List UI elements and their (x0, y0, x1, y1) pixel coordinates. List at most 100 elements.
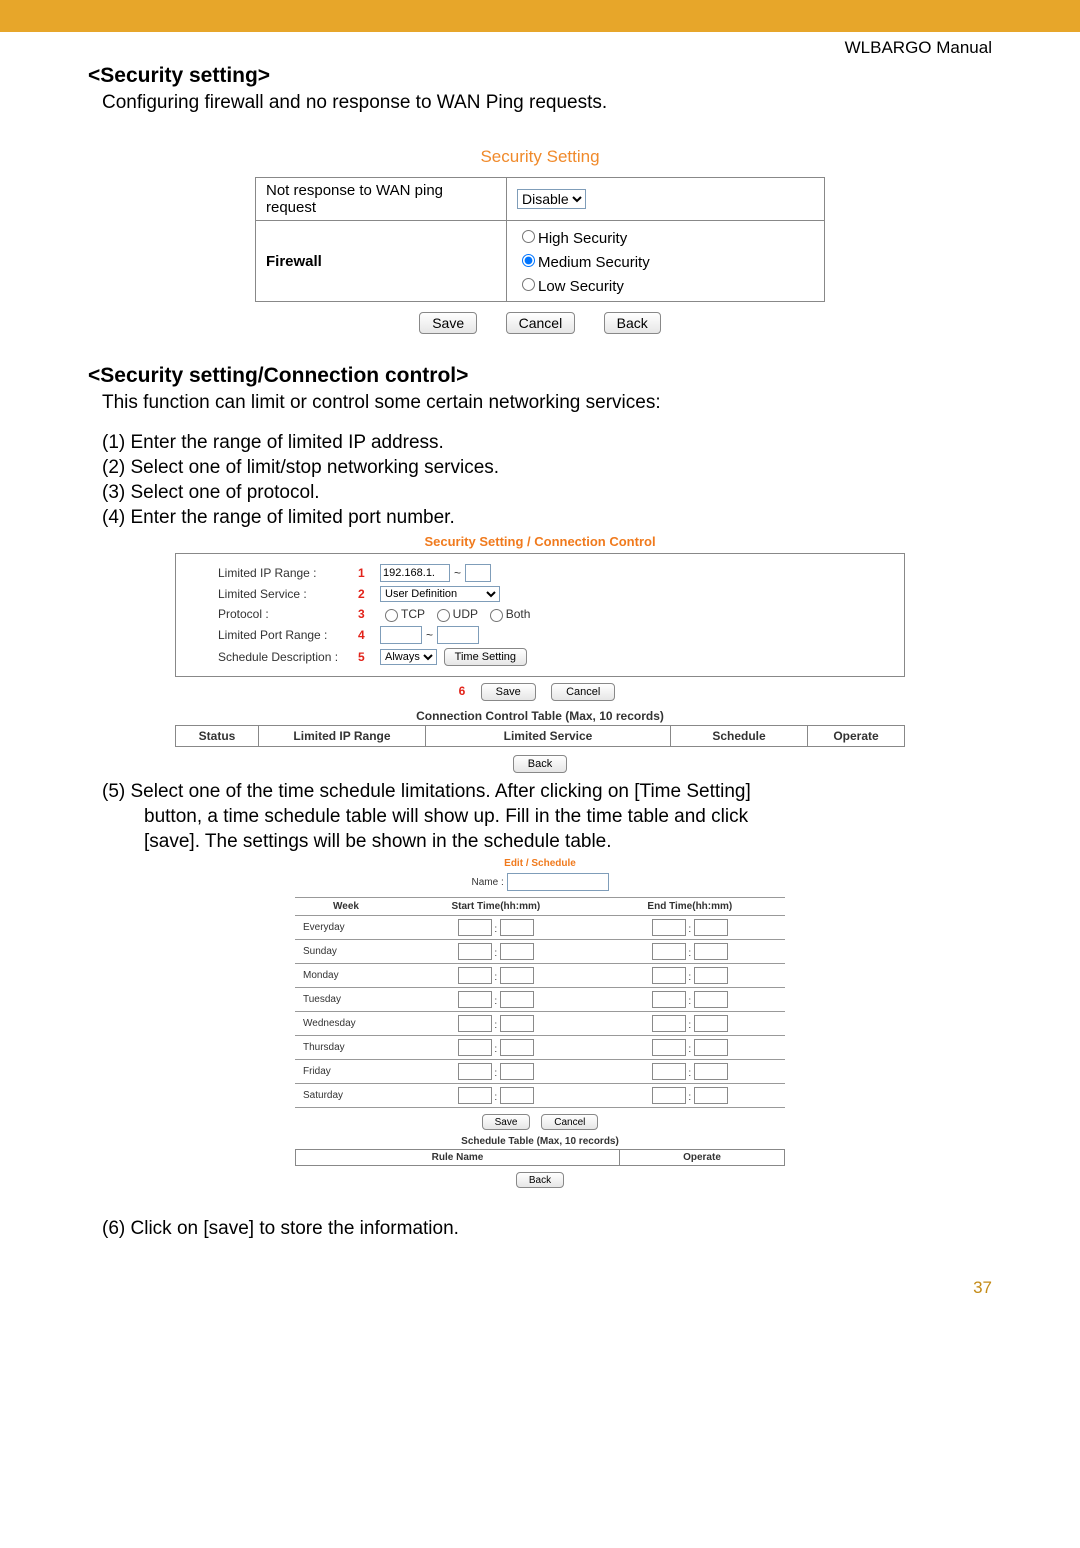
marker-6: 6 (459, 684, 466, 698)
everyday-end-mm[interactable] (694, 919, 728, 936)
firewall-medium-radio[interactable] (522, 254, 535, 267)
schedule-select[interactable]: Always (380, 649, 437, 665)
firewall-low-radio[interactable] (522, 278, 535, 291)
everyday-start-mm[interactable] (500, 919, 534, 936)
wednesday-end-mm[interactable] (694, 1015, 728, 1032)
security-cancel-button[interactable]: Cancel (506, 312, 576, 334)
friday-end-mm[interactable] (694, 1063, 728, 1080)
marker-4: 4 (358, 628, 380, 642)
thursday-end-hh[interactable] (652, 1039, 686, 1056)
sunday-end-mm[interactable] (694, 943, 728, 960)
conn-back-button[interactable]: Back (513, 755, 567, 773)
step-5-line-2: button, a time schedule table will show … (144, 804, 992, 829)
section2-intro: This function can limit or control some … (102, 390, 992, 415)
time-setting-button[interactable]: Time Setting (444, 648, 527, 666)
fig-schedule: Edit / Schedule Name : Week Start Time(h… (295, 858, 785, 1188)
day-monday: Monday (295, 964, 397, 988)
schedule-back-button[interactable]: Back (516, 1172, 564, 1188)
tuesday-end-mm[interactable] (694, 991, 728, 1008)
schedule-name-label: Name : (471, 877, 503, 888)
monday-end-hh[interactable] (652, 967, 686, 984)
step-6: (6) Click on [save] to store the informa… (102, 1216, 992, 1241)
firewall-high-radio[interactable] (522, 230, 535, 243)
everyday-start-hh[interactable] (458, 919, 492, 936)
col-rule-name: Rule Name (296, 1150, 620, 1165)
saturday-start-hh[interactable] (458, 1087, 492, 1104)
conn-cancel-button[interactable]: Cancel (551, 683, 615, 701)
conn-save-button[interactable]: Save (481, 683, 536, 701)
marker-1: 1 (358, 566, 380, 580)
col-end-time: End Time(hh:mm) (595, 898, 785, 916)
port-end-input[interactable] (437, 626, 479, 644)
fig-security-setting: Security Setting Not response to WAN pin… (255, 147, 825, 334)
monday-end-mm[interactable] (694, 967, 728, 984)
thursday-start-hh[interactable] (458, 1039, 492, 1056)
day-thursday: Thursday (295, 1036, 397, 1060)
security-back-button[interactable]: Back (604, 312, 661, 334)
tuesday-start-hh[interactable] (458, 991, 492, 1008)
day-tuesday: Tuesday (295, 988, 397, 1012)
step-5-line-3: [save]. The settings will be shown in th… (144, 829, 992, 854)
conn-table-caption: Connection Control Table (Max, 10 record… (175, 709, 905, 723)
col-schedule-operate: Operate (620, 1150, 784, 1165)
proto-udp-radio[interactable] (437, 609, 450, 622)
sunday-start-hh[interactable] (458, 943, 492, 960)
wednesday-end-hh[interactable] (652, 1015, 686, 1032)
conn-svc-label: Limited Service : (218, 587, 358, 601)
wan-ping-select[interactable]: Disable (517, 189, 586, 209)
manual-name: WLBARGO Manual (88, 38, 992, 58)
security-save-button[interactable]: Save (419, 312, 477, 334)
ip-start-input[interactable] (380, 564, 450, 582)
friday-start-hh[interactable] (458, 1063, 492, 1080)
wan-ping-label: Not response to WAN ping request (256, 178, 507, 221)
step-1: (1) Enter the range of limited IP addres… (102, 430, 992, 455)
marker-5: 5 (358, 650, 380, 664)
section1-intro: Configuring firewall and no response to … (102, 90, 992, 115)
schedule-save-button[interactable]: Save (482, 1114, 531, 1130)
thursday-end-mm[interactable] (694, 1039, 728, 1056)
col-operate: Operate (808, 726, 904, 746)
sunday-start-mm[interactable] (500, 943, 534, 960)
thursday-start-mm[interactable] (500, 1039, 534, 1056)
wednesday-start-mm[interactable] (500, 1015, 534, 1032)
port-start-input[interactable] (380, 626, 422, 644)
day-wednesday: Wednesday (295, 1012, 397, 1036)
firewall-label: Firewall (256, 221, 507, 302)
sunday-end-hh[interactable] (652, 943, 686, 960)
saturday-start-mm[interactable] (500, 1087, 534, 1104)
conn-port-label: Limited Port Range : (218, 628, 358, 642)
page-number: 37 (88, 1278, 992, 1298)
service-select[interactable]: User Definition (380, 586, 500, 602)
schedule-table-caption: Schedule Table (Max, 10 records) (295, 1136, 785, 1147)
header-bar (0, 0, 1080, 32)
section2-title: <Security setting/Connection control> (88, 364, 992, 388)
wednesday-start-hh[interactable] (458, 1015, 492, 1032)
saturday-end-hh[interactable] (652, 1087, 686, 1104)
step-5-line-1: (5) Select one of the time schedule limi… (102, 779, 992, 804)
schedule-cancel-button[interactable]: Cancel (541, 1114, 598, 1130)
proto-both-radio[interactable] (490, 609, 503, 622)
page-body: WLBARGO Manual <Security setting> Config… (0, 32, 1080, 1322)
ip-end-input[interactable] (465, 564, 491, 582)
conn-sched-label: Schedule Description : (218, 650, 358, 664)
friday-end-hh[interactable] (652, 1063, 686, 1080)
firewall-medium-label: Medium Security (538, 254, 650, 271)
col-service: Limited Service (426, 726, 671, 746)
tuesday-end-hh[interactable] (652, 991, 686, 1008)
fig-security-table: Not response to WAN ping request Disable… (255, 177, 825, 302)
proto-both-label: Both (506, 607, 531, 621)
section1-title: <Security setting> (88, 64, 992, 88)
proto-tcp-radio[interactable] (385, 609, 398, 622)
fig-security-title: Security Setting (255, 147, 825, 167)
saturday-end-mm[interactable] (694, 1087, 728, 1104)
marker-2: 2 (358, 587, 380, 601)
friday-start-mm[interactable] (500, 1063, 534, 1080)
everyday-end-hh[interactable] (652, 919, 686, 936)
monday-start-hh[interactable] (458, 967, 492, 984)
schedule-name-input[interactable] (507, 873, 609, 891)
conn-table-header: Status Limited IP Range Limited Service … (175, 725, 905, 747)
step-2: (2) Select one of limit/stop networking … (102, 455, 992, 480)
firewall-high-label: High Security (538, 230, 627, 247)
monday-start-mm[interactable] (500, 967, 534, 984)
tuesday-start-mm[interactable] (500, 991, 534, 1008)
